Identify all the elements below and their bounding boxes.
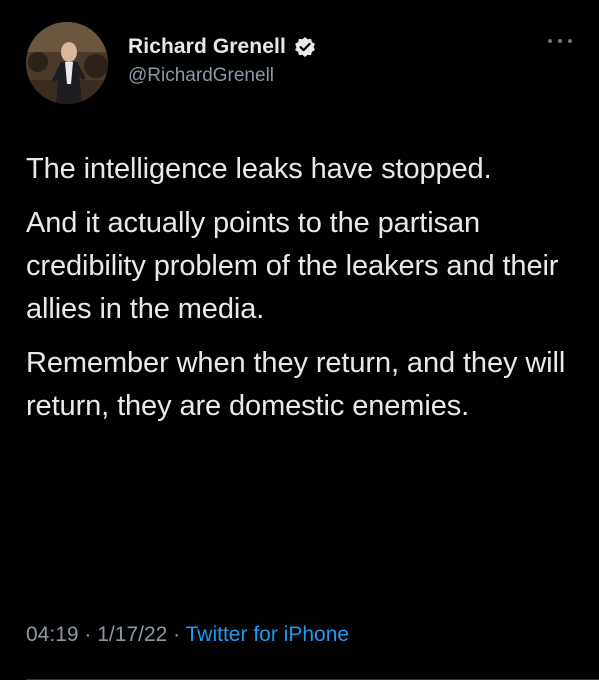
- author-display-name[interactable]: Richard Grenell: [128, 35, 286, 59]
- tweet: Richard Grenell @RichardGrenell The inte…: [0, 0, 599, 680]
- tweet-header: Richard Grenell @RichardGrenell: [26, 22, 576, 112]
- display-name-row: Richard Grenell: [128, 32, 316, 62]
- tweet-paragraph: Remember when they return, and they will…: [26, 347, 566, 422]
- author-info: Richard Grenell @RichardGrenell: [128, 32, 316, 87]
- dot: [568, 39, 572, 43]
- tweet-source-link[interactable]: Twitter for iPhone: [186, 623, 349, 646]
- tweet-time[interactable]: 04:19: [26, 623, 79, 646]
- tweet-paragraph: The intelligence leaks have stopped.: [26, 153, 492, 185]
- tweet-meta: 04:19 · 1/17/22 · Twitter for iPhone: [26, 623, 349, 647]
- meta-separator: ·: [84, 623, 92, 646]
- verified-badge-icon: [294, 36, 316, 58]
- author-handle[interactable]: @RichardGrenell: [128, 65, 316, 87]
- tweet-text: The intelligence leaks have stopped. And…: [26, 148, 586, 439]
- meta-separator: ·: [173, 623, 181, 646]
- more-options-icon[interactable]: [548, 36, 572, 46]
- avatar[interactable]: [26, 22, 108, 104]
- dot: [558, 39, 562, 43]
- dot: [548, 39, 552, 43]
- tweet-paragraph: And it actually points to the partisan c…: [26, 207, 559, 325]
- tweet-date[interactable]: 1/17/22: [97, 623, 167, 646]
